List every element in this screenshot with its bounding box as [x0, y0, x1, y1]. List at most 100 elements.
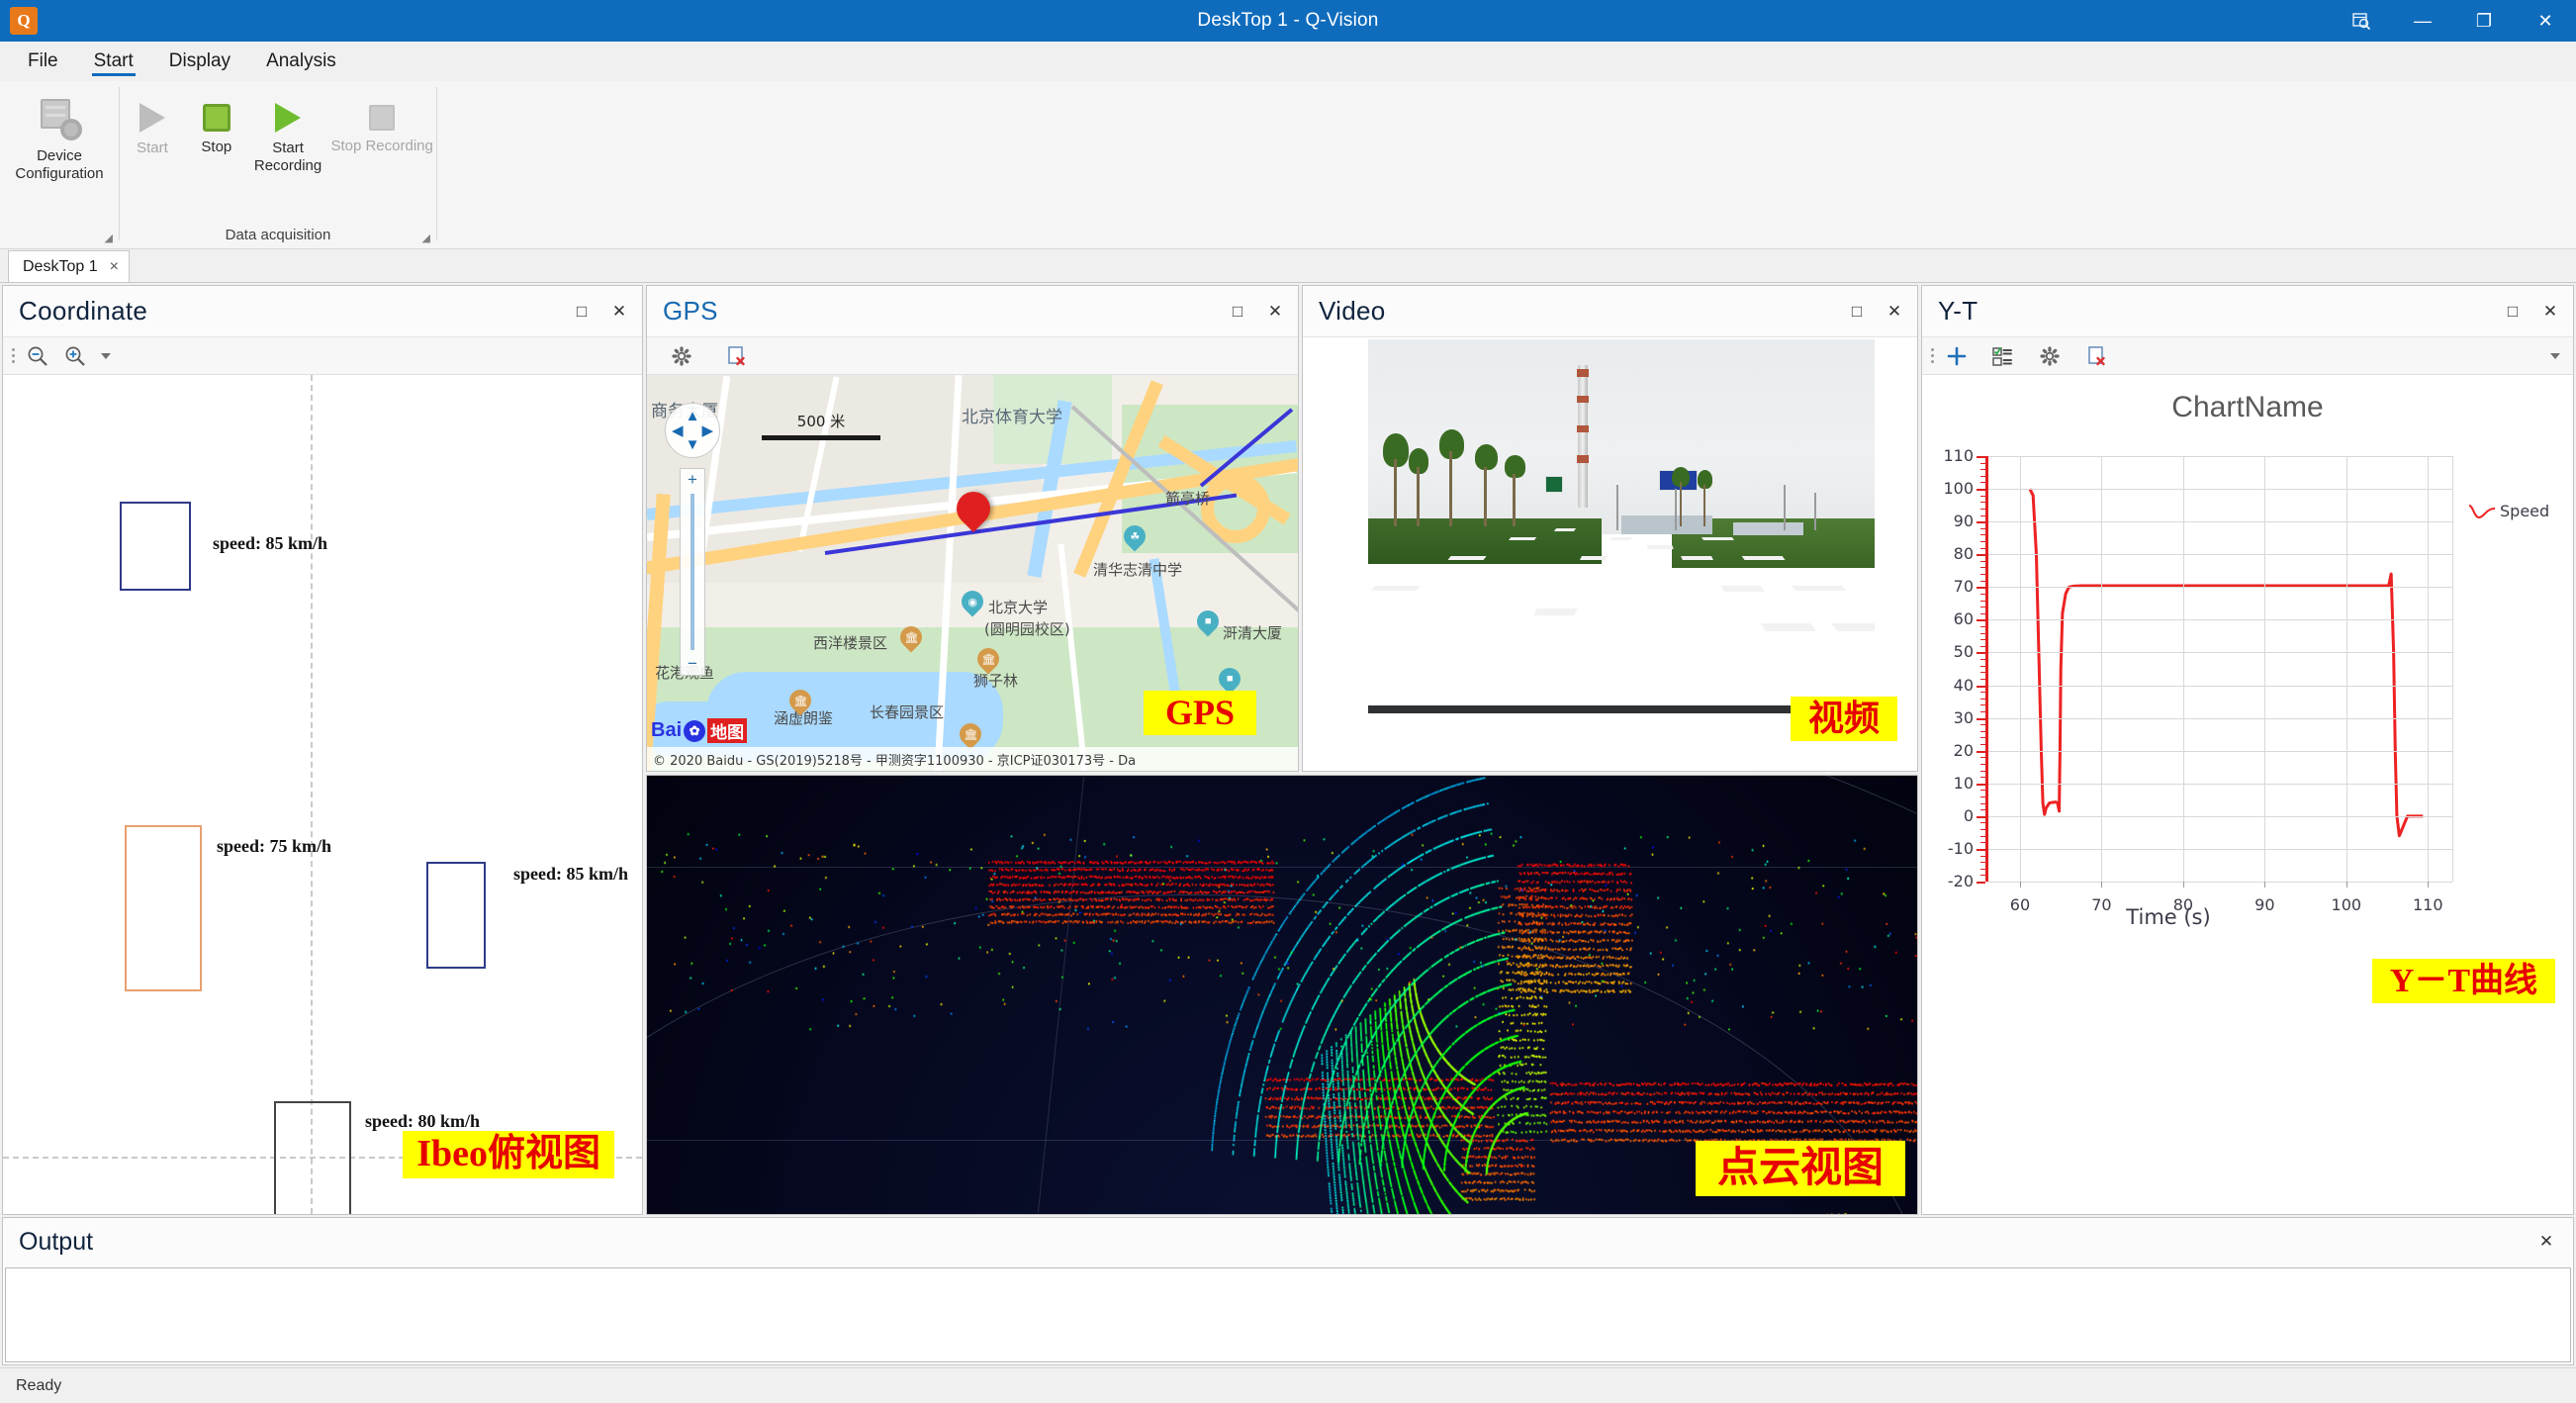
map-zoom-slider[interactable]: + − — [680, 468, 705, 676]
tab-close-icon[interactable]: × — [110, 258, 119, 276]
ibeo-top-view[interactable]: speed: 85 km/h speed: 75 km/h speed: 85 … — [3, 375, 642, 1214]
video-body[interactable]: 视频 — [1303, 337, 1917, 771]
yt-annotation-label: Y－T曲线 — [2371, 959, 2555, 1004]
chevron-down-icon[interactable] — [96, 340, 116, 372]
gps-maximize-icon[interactable]: □ — [1221, 295, 1254, 328]
chart-y-tick-label: 90 — [1953, 512, 1974, 531]
legend-swatch-speed — [2468, 504, 2496, 518]
video-stream[interactable] — [1368, 339, 1875, 713]
chart-plot-area[interactable] — [1987, 456, 2453, 883]
map-zoom-track[interactable] — [690, 494, 694, 650]
zoom-out-icon[interactable] — [21, 340, 54, 372]
chart-gridline-h — [1987, 685, 2452, 687]
ibeo-object-box[interactable] — [274, 1101, 351, 1214]
baidu-map[interactable]: 商务大厦 北京体育大学 箭亭桥 清华志清中学 北京大学 (圆明园校区) 涆清大厦… — [647, 375, 1298, 771]
yt-chart-body[interactable]: ChartName -20 -10 0 10 20 30 40 50 60 70 80 90 100 11… — [1922, 375, 2573, 1214]
legend-label-speed: Speed — [2500, 502, 2550, 520]
delete-page-icon[interactable] — [720, 340, 754, 372]
ibeo-object-box[interactable] — [426, 862, 486, 969]
checklist-icon[interactable] — [1985, 340, 2019, 372]
toolbar-grip[interactable] — [1928, 345, 1936, 367]
chart-x-tick — [2101, 882, 2103, 888]
device-configuration-button[interactable]: Device Configuration — [5, 91, 114, 183]
coordinate-maximize-icon[interactable]: □ — [565, 295, 598, 328]
menu-item-start[interactable]: Start — [76, 42, 151, 81]
ribbon-bar: Device Configuration ◢ Start Stop Start … — [0, 81, 2576, 249]
menu-item-analysis[interactable]: Analysis — [248, 42, 354, 81]
window-title: DeskTop 1 - Q-Vision — [1197, 10, 1379, 31]
device-configuration-label: Device Configuration — [15, 147, 104, 182]
ibeo-object-speed-label: speed: 85 km/h — [213, 533, 328, 553]
gear-icon[interactable] — [665, 340, 698, 372]
gps-panel-header: GPS □ ✕ — [647, 286, 1298, 337]
chart-y-tick-label: 60 — [1953, 609, 1974, 629]
start-button[interactable]: Start — [120, 91, 185, 157]
add-icon[interactable] — [1940, 340, 1974, 372]
coordinate-panel-title: Coordinate — [19, 296, 148, 326]
minimize-button[interactable]: — — [2392, 0, 2453, 42]
map-pan-control[interactable]: ▲ ▼ ◀ ▶ — [665, 403, 720, 458]
menu-item-display[interactable]: Display — [151, 42, 248, 81]
output-log-area[interactable] — [5, 1267, 2571, 1362]
map-zoom-in-button[interactable]: + — [681, 469, 704, 491]
chart-y-tick-label: 20 — [1953, 740, 1974, 760]
stop-button[interactable]: Stop — [185, 91, 248, 156]
close-button[interactable]: ✕ — [2515, 0, 2576, 42]
chart-y-tick-label: 50 — [1953, 642, 1974, 662]
poi-marker[interactable]: ◉ — [957, 586, 988, 617]
tab-desktop-1[interactable]: DeskTop 1 × — [8, 250, 130, 282]
yt-chart[interactable]: ChartName -20 -10 0 10 20 30 40 50 60 70 80 90 100 11… — [1922, 375, 2573, 1214]
chart-gridline-h — [1987, 815, 2452, 817]
dialog-launcher-icon[interactable]: ◢ — [105, 232, 113, 244]
yt-maximize-icon[interactable]: □ — [2496, 295, 2530, 328]
chart-gridline-h — [1987, 750, 2452, 752]
ibeo-object-box[interactable] — [125, 825, 202, 991]
chart-x-tick — [2264, 882, 2266, 888]
gps-panel-title: GPS — [663, 296, 718, 326]
coordinate-close-icon[interactable]: ✕ — [602, 295, 636, 328]
zoom-in-icon[interactable] — [58, 340, 92, 372]
chart-y-tick — [1977, 815, 1985, 818]
map-label: 清华志清中学 — [1093, 561, 1183, 579]
ribbon-divider — [436, 87, 437, 240]
yt-panel-header: Y-T □ ✕ — [1922, 286, 2573, 337]
coordinate-canvas[interactable]: speed: 85 km/h speed: 75 km/h speed: 85 … — [3, 375, 642, 1214]
map-label: 北京体育大学 — [962, 408, 1062, 427]
ibeo-object-box[interactable] — [120, 502, 191, 591]
chart-gridline-v — [2264, 456, 2266, 882]
yt-close-icon[interactable]: ✕ — [2533, 295, 2567, 328]
ibeo-axis-vertical — [311, 375, 313, 1214]
gear-icon[interactable] — [2033, 340, 2067, 372]
video-close-icon[interactable]: ✕ — [1878, 295, 1911, 328]
toolbar-grip[interactable] — [9, 345, 17, 367]
menu-item-file[interactable]: File — [10, 42, 76, 81]
chart-x-tick — [2182, 882, 2184, 888]
chart-series-svg — [2028, 488, 2424, 838]
start-recording-button[interactable]: Start Recording — [248, 91, 327, 175]
chevron-down-icon[interactable] — [2545, 340, 2565, 372]
chart-gridline-h — [1987, 489, 2452, 491]
chart-legend[interactable]: Speed — [2468, 502, 2549, 520]
panel-output: Output ✕ — [2, 1217, 2574, 1365]
gps-map-container[interactable]: 商务大厦 北京体育大学 箭亭桥 清华志清中学 北京大学 (圆明园校区) 涆清大厦… — [647, 375, 1298, 771]
help-icon[interactable] — [2331, 0, 2392, 42]
delete-page-icon[interactable] — [2080, 340, 2114, 372]
gps-close-icon[interactable]: ✕ — [1258, 295, 1292, 328]
ibeo-object-speed-label: speed: 85 km/h — [513, 864, 629, 884]
map-zoom-out-button[interactable]: − — [681, 653, 704, 675]
workspace: Coordinate □ ✕ speed: 85 km/h speed: 75 … — [0, 283, 2576, 1367]
stop-recording-button[interactable]: Stop Recording — [327, 91, 436, 155]
dialog-launcher-icon[interactable]: ◢ — [422, 232, 430, 244]
video-maximize-icon[interactable]: □ — [1840, 295, 1874, 328]
chart-y-tick-label: 70 — [1953, 577, 1974, 597]
output-close-icon[interactable]: ✕ — [2530, 1225, 2563, 1259]
chart-x-axis-title: Time (s) — [2126, 905, 2211, 929]
map-label: 西洋楼景区 — [813, 634, 888, 652]
play-icon — [138, 103, 165, 133]
chart-y-tick — [1977, 521, 1985, 524]
panel-pointcloud[interactable]: 点云视图 — [646, 775, 1918, 1215]
chart-y-tick — [1977, 717, 1985, 720]
restore-button[interactable]: ❐ — [2453, 0, 2515, 42]
chart-y-tick-label: 110 — [1943, 446, 1974, 465]
chart-y-tick — [1977, 489, 1985, 492]
